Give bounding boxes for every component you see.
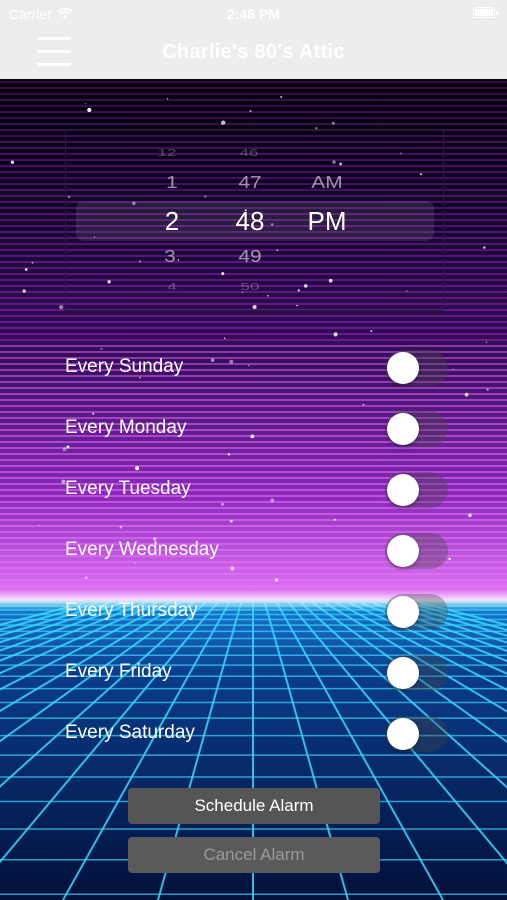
day-label: Every Monday xyxy=(65,417,187,438)
day-label: Every Tuesday xyxy=(65,478,191,499)
picker-minute-item[interactable]: 49 xyxy=(220,247,280,267)
status-bar: Carrier 2:48 PM xyxy=(0,0,507,28)
time-picker[interactable]: 12 1 2 3 4 46 47 48 49 50 AM PM xyxy=(65,130,444,311)
status-time: 2:48 PM xyxy=(227,6,280,22)
picker-period-selected[interactable]: PM xyxy=(297,206,357,237)
page-title: Charlie's 80's Attic xyxy=(162,41,345,63)
battery-icon xyxy=(473,7,498,18)
schedule-alarm-button[interactable]: Schedule Alarm xyxy=(128,788,380,824)
picker-minute-item[interactable]: 50 xyxy=(220,281,280,293)
day-label: Every Saturday xyxy=(65,722,195,743)
day-label: Every Sunday xyxy=(65,356,184,377)
day-label: Every Friday xyxy=(65,661,172,682)
day-row-friday: Every Friday xyxy=(65,652,455,692)
thursday-toggle[interactable] xyxy=(385,594,448,630)
picker-period-item[interactable]: AM xyxy=(297,173,357,193)
toggle-knob xyxy=(387,352,419,384)
tuesday-toggle[interactable] xyxy=(385,472,448,508)
day-label: Every Thursday xyxy=(65,600,198,621)
picker-minute-selected[interactable]: 48 xyxy=(220,206,280,237)
toggle-knob xyxy=(387,474,419,506)
wednesday-toggle[interactable] xyxy=(385,533,448,569)
day-row-sunday: Every Sunday xyxy=(65,347,455,387)
saturday-toggle[interactable] xyxy=(385,716,448,752)
toggle-knob xyxy=(387,596,419,628)
friday-toggle[interactable] xyxy=(385,655,448,691)
day-row-wednesday: Every Wednesday xyxy=(65,530,455,570)
monday-toggle[interactable] xyxy=(385,411,448,447)
day-row-monday: Every Monday xyxy=(65,408,455,448)
picker-minute-item[interactable]: 47 xyxy=(220,173,280,193)
day-row-thursday: Every Thursday xyxy=(65,591,455,631)
cancel-alarm-button[interactable]: Cancel Alarm xyxy=(128,837,380,873)
picker-hour-item[interactable]: 4 xyxy=(142,281,202,293)
picker-hour-selected[interactable]: 2 xyxy=(142,206,202,237)
picker-hour-item[interactable]: 12 xyxy=(137,147,197,159)
day-row-tuesday: Every Tuesday xyxy=(65,469,455,509)
toggle-knob xyxy=(387,535,419,567)
picker-minute-item[interactable]: 46 xyxy=(219,147,279,159)
picker-hour-item[interactable]: 1 xyxy=(142,173,202,193)
toggle-knob xyxy=(387,657,419,689)
navigation-bar: Carrier 2:48 PM Charlie's 80's Attic xyxy=(0,0,507,79)
sunday-toggle[interactable] xyxy=(385,350,448,386)
picker-hour-item[interactable]: 3 xyxy=(140,247,200,267)
day-label: Every Wednesday xyxy=(65,539,219,560)
toggle-knob xyxy=(387,413,419,445)
toggle-knob xyxy=(387,718,419,750)
day-row-saturday: Every Saturday xyxy=(65,713,455,753)
